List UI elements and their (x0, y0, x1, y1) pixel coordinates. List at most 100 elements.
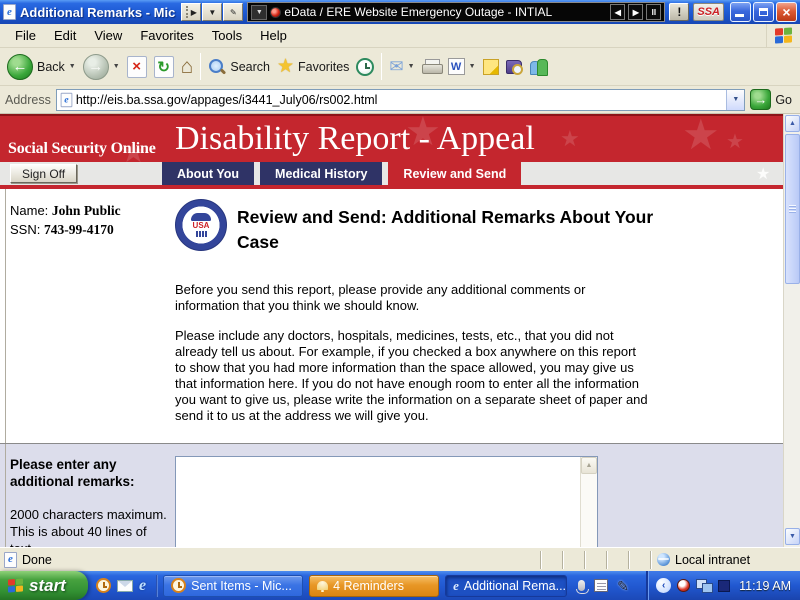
ie-logo-icon: e (3, 4, 16, 20)
security-zone-pane: Local intranet (650, 551, 800, 569)
menu-item-tools[interactable]: Tools (203, 25, 251, 46)
section-heading: Review and Send: Additional Remarks Abou… (237, 199, 655, 256)
textarea-scroll-up-button[interactable]: ▲ (581, 457, 597, 474)
ssa-logo-button[interactable]: SSA (693, 3, 724, 21)
address-input[interactable] (73, 93, 726, 107)
page-favicon-icon: e (61, 92, 73, 106)
address-bar: Address e ▼ → Go (0, 86, 800, 114)
start-button[interactable]: start (0, 571, 88, 600)
news-ticker: ▼ eData / ERE Website Emergency Outage -… (247, 2, 665, 22)
print-button[interactable] (422, 59, 441, 74)
minimize-button[interactable] (730, 2, 751, 22)
close-button[interactable]: × (776, 2, 797, 22)
journal-icon[interactable] (594, 579, 608, 592)
site-name: Social Security Online (8, 140, 156, 158)
tray-app-icon[interactable] (718, 580, 730, 592)
history-button[interactable] (356, 58, 374, 76)
remarks-textarea-frame: ▲ (175, 456, 598, 547)
scroll-thumb[interactable] (785, 134, 800, 284)
internet-explorer-icon[interactable]: e (139, 578, 146, 594)
ssa-seal-icon: USA (175, 199, 227, 251)
status-pane: e Done (0, 552, 540, 568)
tab-about-you[interactable]: About You (162, 162, 254, 185)
microphone-icon[interactable] (578, 580, 585, 591)
minimize-icon (735, 14, 744, 17)
recorder-tray-icon[interactable] (677, 579, 690, 592)
back-dropdown-icon[interactable]: ▼ (69, 63, 76, 70)
sticky-note-icon (483, 59, 499, 75)
ssn-label: SSN: (10, 222, 40, 237)
ticker-next-button[interactable]: ▶ (628, 4, 643, 20)
status-bar: e Done Local intranet (0, 547, 800, 571)
mail-button[interactable]: ✉ ▼ (389, 58, 414, 75)
record-orb-icon (270, 7, 281, 18)
ticker-play-button[interactable]: ▶ (181, 3, 201, 21)
ticker-previous-button[interactable]: ◀ (610, 4, 625, 20)
research-button[interactable] (506, 60, 522, 74)
page-scrollbar[interactable]: ▲ ▼ (783, 114, 800, 547)
task-button-reminders[interactable]: 4 Reminders (309, 575, 439, 597)
sign-off-button[interactable]: Sign Off (10, 164, 77, 183)
word-dropdown-icon[interactable]: ▼ (469, 63, 476, 70)
web-page: ★ ★ ★ ★ ★ Social Security Online Disabil… (0, 114, 800, 547)
messenger-button[interactable] (529, 59, 547, 75)
content-area: Name: John Public SSN: 743-99-4170 USA R… (0, 189, 800, 443)
remarks-textarea[interactable] (176, 457, 580, 547)
pen-icon[interactable]: ✎ (617, 579, 629, 593)
scroll-up-button[interactable]: ▲ (785, 115, 800, 132)
internet-explorer-icon: e (453, 579, 459, 592)
stop-button[interactable]: × (127, 56, 147, 78)
intranet-globe-icon (657, 553, 670, 566)
refresh-button[interactable]: ↻ (154, 56, 174, 78)
go-group: → Go (750, 89, 795, 110)
messenger-people-icon (529, 59, 547, 75)
edit-with-word-button[interactable]: W ▼ (448, 58, 476, 75)
left-border-line (5, 444, 6, 547)
status-sub-pane (628, 551, 650, 569)
taskbar: start e Sent Items - Mic... 4 Reminders … (0, 571, 800, 600)
go-arrow-icon: → (754, 92, 767, 107)
mail-icon: ✉ (389, 58, 403, 75)
task-button-sent-items[interactable]: Sent Items - Mic... (163, 575, 303, 597)
task-button-additional-remarks[interactable]: e Additional Rema... (445, 575, 567, 597)
address-dropdown-button[interactable]: ▼ (726, 90, 744, 110)
notes-button[interactable] (483, 59, 499, 75)
go-button[interactable]: → (750, 89, 771, 110)
forward-button[interactable]: → ▼ (83, 54, 120, 80)
back-button[interactable]: ← Back ▼ (7, 54, 76, 80)
remarks-hint: 2000 characters maximum. This is about 4… (10, 506, 168, 547)
favorites-button[interactable]: ★ Favorites (277, 57, 349, 76)
forward-dropdown-icon[interactable]: ▼ (113, 63, 120, 70)
favorites-star-icon: ★ (277, 57, 294, 76)
outlook-express-icon[interactable] (117, 580, 133, 592)
menu-item-view[interactable]: View (85, 25, 131, 46)
search-button[interactable]: Search (208, 58, 270, 76)
scroll-down-button[interactable]: ▼ (785, 528, 800, 545)
mail-dropdown-icon[interactable]: ▼ (408, 63, 415, 70)
notes-pen-button[interactable]: ✎ (223, 3, 243, 21)
status-sub-pane (562, 551, 584, 569)
instructions-paragraph: Please include any doctors, hospitals, m… (175, 328, 650, 424)
alert-button[interactable]: ! (669, 3, 689, 21)
tab-medical-history[interactable]: Medical History (260, 162, 382, 185)
restore-button[interactable] (753, 2, 774, 22)
menu-item-file[interactable]: File (6, 25, 45, 46)
menu-item-favorites[interactable]: Favorites (131, 25, 202, 46)
outlook-reminder-icon[interactable] (96, 578, 111, 593)
ticker-pause-button[interactable]: II (646, 4, 661, 20)
quick-launch: e (88, 578, 154, 594)
menu-item-help[interactable]: Help (251, 25, 296, 46)
ticker-options-dropdown-button[interactable]: ▼ (202, 3, 222, 21)
ssn-row: SSN: 743-99-4170 (10, 220, 121, 239)
ticker-dropdown-button[interactable]: ▼ (251, 5, 267, 20)
star-icon: ★ (682, 114, 720, 156)
hide-icons-chevron-icon[interactable]: ‹ (656, 578, 671, 593)
tab-review-and-send[interactable]: Review and Send (388, 162, 521, 185)
star-icon: ★ (726, 132, 744, 152)
network-tray-icon[interactable] (696, 579, 712, 592)
window-titlebar: e Additional Remarks - Mic ▶ ▼ ✎ ▼ eData… (0, 0, 800, 24)
ticker-text: eData / ERE Website Emergency Outage - I… (284, 5, 607, 19)
textarea-scrollbar[interactable]: ▲ (580, 457, 597, 547)
menu-item-edit[interactable]: Edit (45, 25, 85, 46)
home-button[interactable]: ⌂ (181, 56, 194, 77)
